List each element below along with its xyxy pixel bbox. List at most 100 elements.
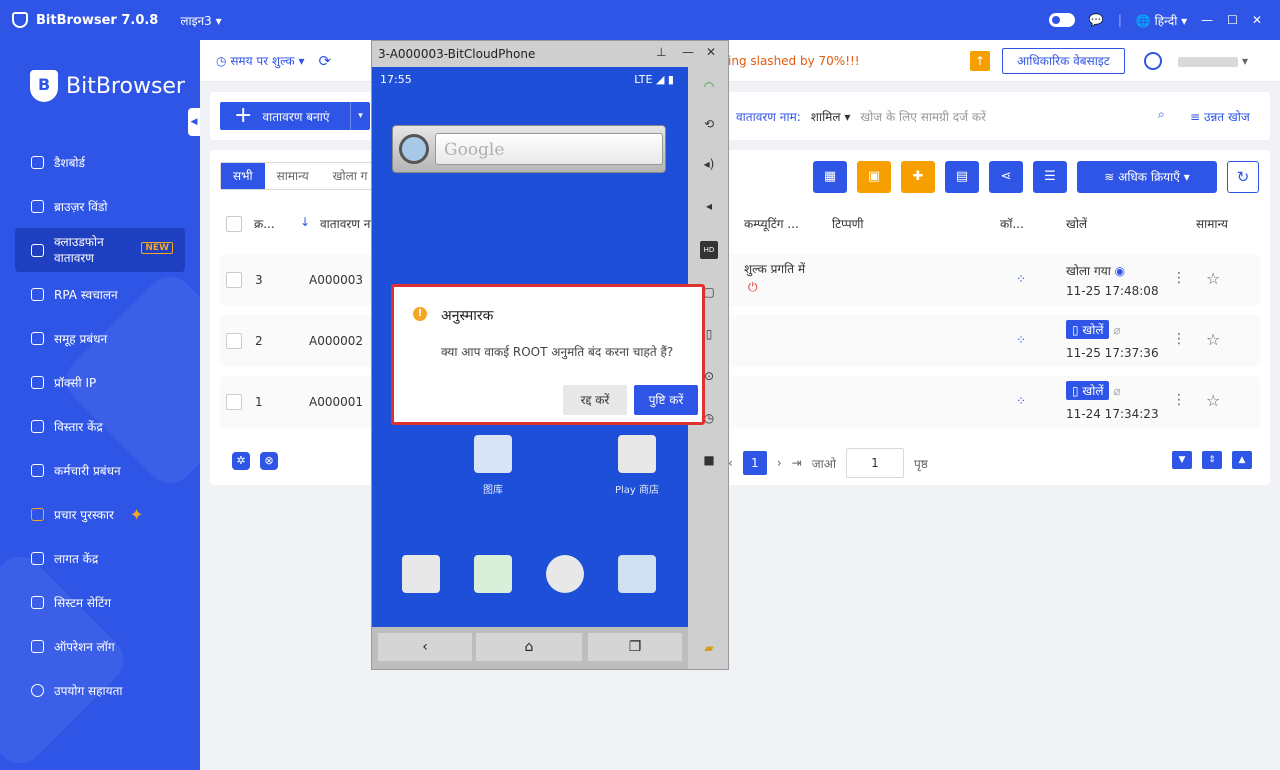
create-environment-button[interactable]: + वातावरण बनाएं ▾ [220, 102, 370, 130]
time-fee-selector[interactable]: ◷ समय पर शुल्क ▾ [216, 52, 305, 69]
files-icon[interactable] [474, 555, 512, 593]
cancel-button[interactable]: रद्द करें [563, 385, 627, 415]
page-current[interactable]: 1 [742, 451, 767, 475]
chevron-down-icon[interactable]: ▾ [1242, 54, 1248, 68]
sidebar-item-promotion[interactable]: प्रचार पुरस्कार ✦ [15, 492, 185, 536]
create-dropdown-icon[interactable]: ▾ [350, 102, 370, 130]
minimize-icon[interactable]: — [1201, 13, 1213, 27]
power-icon[interactable]: ⏻ [748, 280, 758, 295]
star-icon[interactable]: ☆ [1206, 330, 1220, 349]
sidebar-item-settings[interactable]: सिस्टम सेटिंग [15, 580, 185, 624]
pin-icon[interactable]: ⊥ [656, 45, 666, 59]
sort-arrow-icon[interactable]: ↓ [300, 215, 310, 229]
theme-toggle[interactable] [1048, 13, 1075, 27]
header-name[interactable]: वातावरण ना [320, 215, 374, 232]
phone-title-bar[interactable]: 3-A000003-BitCloudPhone ⊥ — ✕ [372, 41, 728, 67]
sync-icon[interactable]: ⟳ [319, 52, 332, 70]
more-dots-icon[interactable]: ⋮ [1172, 270, 1186, 286]
rotate-icon[interactable]: ⟲ [700, 117, 718, 135]
phone-close-icon[interactable]: ✕ [706, 45, 716, 59]
sidebar-item-help[interactable]: उपयोग सहायता [15, 668, 185, 712]
volume-down-icon[interactable]: ◂ [700, 199, 718, 217]
paperclip-icon[interactable]: ⌀ [1113, 384, 1120, 398]
line-selector[interactable]: लाइन3 ▾ [180, 12, 221, 29]
app-play-store[interactable]: Play 商店 [602, 435, 672, 496]
scroll-down-icon[interactable]: ▼ [1172, 451, 1192, 469]
home-button-icon[interactable]: ⌂ [476, 633, 582, 661]
maximize-icon[interactable]: ☐ [1227, 13, 1238, 27]
recents-icon[interactable]: ❐ [588, 633, 682, 661]
sidebar-item-dashboard[interactable]: डैशबोर्ड [15, 140, 185, 184]
sidebar-item-proxy[interactable]: प्रॉक्सी IP [15, 360, 185, 404]
apps-grid-button[interactable]: ▦ [813, 161, 847, 193]
sidebar-item-cloudphone[interactable]: क्लाउडफोन वातावरण NEW [15, 228, 185, 272]
sidebar-item-oplog[interactable]: ऑपरेशन लॉग [15, 624, 185, 668]
search-icon[interactable]: ⌕ [1158, 107, 1165, 122]
more-actions-button[interactable]: ≋ अधिक क्रियाएँ ▾ [1077, 161, 1217, 193]
star-icon[interactable]: ☆ [1206, 269, 1220, 288]
row-serial: 2 [255, 334, 263, 348]
shop-bag-icon[interactable]: ▰ [700, 641, 718, 659]
schedule-button[interactable]: ▣ [857, 161, 891, 193]
tab-normal[interactable]: सामान्य [265, 163, 321, 189]
star-icon[interactable]: ☆ [1206, 391, 1220, 410]
google-search-widget[interactable]: Google [392, 125, 666, 173]
confirm-button[interactable]: पुष्टि करें [634, 385, 698, 415]
config-grid-icon[interactable]: ⁘ [1016, 333, 1026, 347]
upgrade-icon[interactable]: ↑ [970, 51, 990, 71]
volume-up-icon[interactable]: ◂) [700, 157, 718, 175]
phone-minimize-icon[interactable]: — [682, 45, 694, 59]
more-dots-icon[interactable]: ⋮ [1172, 392, 1186, 408]
phone-dialer-icon[interactable] [402, 555, 440, 593]
sidebar-item-group[interactable]: समूह प्रबंधन [15, 316, 185, 360]
tab-all[interactable]: सभी [221, 163, 265, 189]
hd-icon[interactable]: HD [700, 241, 718, 259]
page-input[interactable]: 1 [845, 448, 904, 478]
search-mode-select[interactable]: शामिल ▾ [811, 108, 851, 125]
search-input[interactable]: खोज के लिए सामग्री दर्ज करें [860, 108, 1140, 125]
refresh-button[interactable]: ↻ [1227, 161, 1259, 193]
share-button[interactable]: ⋖ [989, 161, 1023, 193]
advanced-search-button[interactable]: ≡ उन्नत खोज [1190, 108, 1250, 125]
next-page-icon[interactable]: › [777, 456, 782, 470]
open-button[interactable]: ▯ खोलें [1066, 320, 1110, 339]
official-website-button[interactable]: आधिकारिक वेबसाइट [1002, 48, 1125, 74]
save-button[interactable]: ▤ [945, 161, 979, 193]
camera-icon[interactable] [618, 555, 656, 593]
header-serial[interactable]: क्र... [254, 215, 275, 232]
wifi-icon[interactable]: ◠ [700, 79, 718, 97]
chrome-icon[interactable] [546, 555, 584, 593]
language-selector[interactable]: 🌐 हिन्दी ▾ [1136, 12, 1187, 29]
sidebar-item-cost[interactable]: लागत केंद्र [15, 536, 185, 580]
back-icon[interactable]: ‹ [378, 633, 472, 661]
app-gallery[interactable]: 图库 [458, 435, 528, 496]
list-view-button[interactable]: ☰ [1033, 161, 1067, 193]
paperclip-icon[interactable]: ⌀ [1113, 323, 1120, 337]
config-grid-icon[interactable]: ⁘ [1016, 394, 1026, 408]
more-dots-icon[interactable]: ⋮ [1172, 331, 1186, 347]
avatar[interactable] [1144, 52, 1162, 70]
open-button[interactable]: ▯ खोलें [1066, 381, 1110, 400]
row-checkbox[interactable] [226, 272, 242, 288]
sidebar-item-extensions[interactable]: विस्तार केंद्र [15, 404, 185, 448]
support-chat-icon[interactable]: 💬 [1089, 13, 1104, 27]
announcement-marquee[interactable]: ing slashed by 70%!!! [728, 54, 860, 68]
expand-icon[interactable]: ⇕ [1202, 451, 1222, 469]
config-grid-icon[interactable]: ⁘ [1016, 272, 1026, 286]
plugin-button[interactable]: ✚ [901, 161, 935, 193]
sidebar-collapse-button[interactable]: ◀ [188, 108, 200, 136]
select-all-checkbox[interactable] [226, 216, 242, 232]
eye-icon[interactable]: ◉ [1115, 264, 1125, 278]
close-icon[interactable]: ✕ [1252, 13, 1262, 27]
video-icon[interactable]: ■ [700, 453, 718, 471]
last-page-icon[interactable]: ⇥ [792, 456, 802, 470]
sidebar-item-browser-window[interactable]: ब्राउज़र विंडो [15, 184, 185, 228]
google-search-box[interactable]: Google [435, 133, 663, 165]
row-checkbox[interactable] [226, 394, 242, 410]
row-checkbox[interactable] [226, 333, 242, 349]
sidebar-item-rpa[interactable]: RPA स्वचालन [15, 272, 185, 316]
clear-icon[interactable]: ⊗ [260, 452, 278, 470]
scroll-up-icon[interactable]: ▲ [1232, 451, 1252, 469]
settings-wheel-icon[interactable]: ✲ [232, 452, 250, 470]
sidebar-item-staff[interactable]: कर्मचारी प्रबंधन [15, 448, 185, 492]
